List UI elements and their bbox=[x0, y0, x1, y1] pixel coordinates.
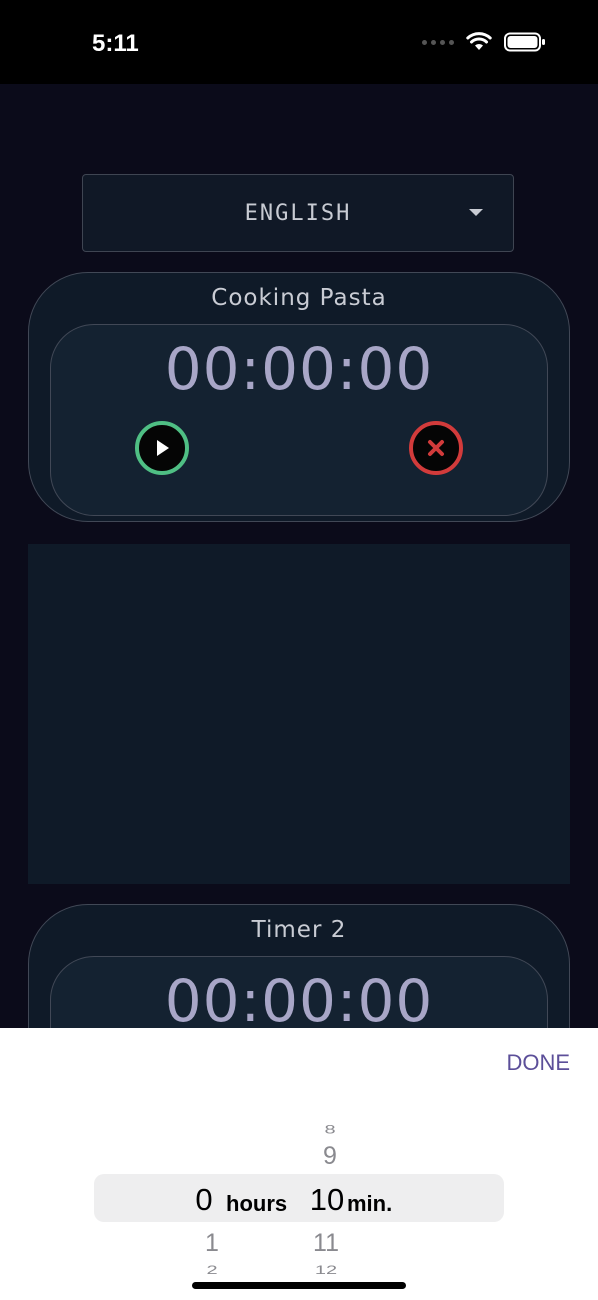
timer-title: Cooking Pasta bbox=[211, 285, 387, 311]
timer-card: Cooking Pasta 00:00:00 bbox=[28, 272, 570, 522]
timer-card: Timer 2 00:00:00 bbox=[28, 904, 570, 1028]
battery-icon bbox=[504, 32, 545, 52]
ad-panel bbox=[28, 544, 570, 884]
status-bar: 5:11 bbox=[0, 0, 598, 84]
wifi-icon bbox=[466, 32, 492, 50]
timer-display-panel: 00:00:00 bbox=[50, 956, 548, 1028]
status-time: 5:11 bbox=[92, 30, 139, 57]
signal-dots-icon bbox=[422, 39, 454, 45]
done-button[interactable]: DONE bbox=[506, 1050, 570, 1076]
status-icons bbox=[422, 32, 546, 52]
language-select[interactable]: ENGLISH bbox=[82, 174, 514, 252]
minutes-option[interactable]: 9 bbox=[306, 1142, 354, 1171]
language-select-value: ENGLISH bbox=[244, 201, 352, 226]
timer-title: Timer 2 bbox=[251, 917, 347, 943]
play-button[interactable] bbox=[135, 421, 189, 475]
timer-display[interactable]: 00:00:00 bbox=[51, 967, 547, 1028]
hours-selected: 0 bbox=[195, 1182, 213, 1217]
minutes-unit-label: min. bbox=[347, 1191, 393, 1216]
timer-display[interactable]: 00:00:00 bbox=[51, 335, 547, 403]
play-icon bbox=[157, 440, 169, 456]
minutes-option[interactable]: 11 bbox=[302, 1229, 350, 1258]
picker-selection-highlight bbox=[94, 1174, 504, 1222]
minutes-selected: 10 bbox=[309, 1182, 345, 1217]
minutes-option[interactable]: 12 bbox=[302, 1264, 350, 1278]
hours-unit-label: hours bbox=[226, 1191, 288, 1216]
hours-option[interactable]: 2 bbox=[188, 1264, 236, 1278]
timer-display-panel: 00:00:00 bbox=[50, 324, 548, 516]
minutes-option[interactable]: 8 bbox=[306, 1123, 354, 1137]
duration-picker-sheet: DONE 0 hours 1 2 8 9 10 min. 11 12 bbox=[0, 1028, 598, 1300]
hours-option[interactable]: 1 bbox=[188, 1229, 236, 1258]
cancel-button[interactable] bbox=[409, 421, 463, 475]
home-indicator bbox=[192, 1282, 406, 1289]
app-content: ENGLISH Cooking Pasta 00:00:00 Timer 2 0… bbox=[0, 84, 598, 1028]
chevron-down-icon bbox=[469, 209, 483, 216]
close-icon bbox=[428, 440, 444, 456]
